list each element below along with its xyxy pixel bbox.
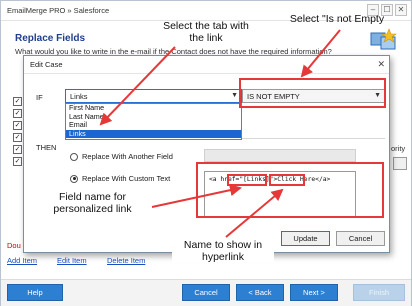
- field-select[interactable]: Links ▼: [65, 89, 242, 103]
- priority-label-fragment: ority: [391, 144, 406, 153]
- minimize-button[interactable]: –: [367, 4, 379, 16]
- edit-item-link[interactable]: Edit Item: [57, 256, 87, 265]
- dropdown-option-links[interactable]: Links: [66, 129, 241, 138]
- next-button[interactable]: Next >: [290, 284, 338, 301]
- maximize-button[interactable]: ☐: [381, 4, 393, 16]
- row-checkbox[interactable]: ✓: [13, 109, 22, 118]
- main-titlebar: EmailMerge PRO » Salesforce – ☐ ✕: [1, 1, 411, 21]
- another-field-select: [204, 149, 356, 162]
- radio-custom-text-label: Replace With Custom Text: [82, 174, 171, 183]
- chevron-down-icon: ▼: [374, 92, 381, 99]
- edit-case-dialog: Edit Case ✕ IF Links ▼ First Name Last N…: [23, 55, 390, 253]
- double-label-fragment: Dou: [7, 241, 21, 250]
- chevron-down-icon: ▼: [231, 92, 238, 99]
- footer-cancel-button[interactable]: Cancel: [182, 284, 230, 301]
- dialog-close-icon[interactable]: ✕: [377, 59, 385, 70]
- radio-another-field[interactable]: [70, 152, 78, 161]
- field-select-value: Links: [70, 92, 88, 101]
- dialog-title: Edit Case: [30, 60, 63, 69]
- dropdown-option-email[interactable]: Email: [66, 120, 241, 130]
- close-window-button[interactable]: ✕: [395, 4, 407, 16]
- delete-item-link[interactable]: Delete Item: [107, 256, 145, 265]
- if-label: IF: [36, 93, 43, 102]
- update-button[interactable]: Update: [281, 231, 330, 246]
- add-item-link[interactable]: Add Item: [7, 256, 37, 265]
- dropdown-option-last-name[interactable]: Last Name: [66, 112, 241, 122]
- field-dropdown-list: First Name Last Name Email Links: [65, 103, 242, 140]
- replace-with-another-field-option[interactable]: Replace With Another Field: [70, 152, 173, 161]
- priority-control[interactable]: [393, 157, 407, 170]
- then-label: THEN: [36, 143, 57, 152]
- back-button[interactable]: < Back: [236, 284, 284, 301]
- dialog-cancel-button[interactable]: Cancel: [336, 231, 385, 246]
- window-title: EmailMerge PRO » Salesforce: [7, 6, 110, 15]
- row-checkbox[interactable]: ✓: [13, 145, 22, 154]
- row-checkbox[interactable]: ✓: [13, 157, 22, 166]
- finish-button[interactable]: Finish: [353, 284, 405, 301]
- section-title: Replace Fields: [15, 33, 86, 44]
- operator-select[interactable]: IS NOT EMPTY ▼: [242, 89, 385, 103]
- wizard-icon: [370, 28, 397, 50]
- replace-with-custom-text-option[interactable]: Replace With Custom Text: [70, 174, 170, 183]
- row-checkbox[interactable]: ✓: [13, 133, 22, 142]
- custom-text-value: <a href="[Links]">Click Here</a>: [209, 176, 331, 183]
- row-checkbox[interactable]: ✓: [13, 121, 22, 130]
- row-checkbox[interactable]: ✓: [13, 97, 22, 106]
- radio-another-field-label: Replace With Another Field: [82, 152, 173, 161]
- radio-custom-text[interactable]: [70, 174, 78, 183]
- window-controls: – ☐ ✕: [367, 4, 407, 16]
- dialog-titlebar: Edit Case ✕: [24, 56, 389, 74]
- custom-text-input[interactable]: <a href="[Links]">Click Here</a>: [204, 171, 356, 218]
- operator-select-value: IS NOT EMPTY: [247, 92, 300, 101]
- help-button[interactable]: Help: [7, 284, 63, 301]
